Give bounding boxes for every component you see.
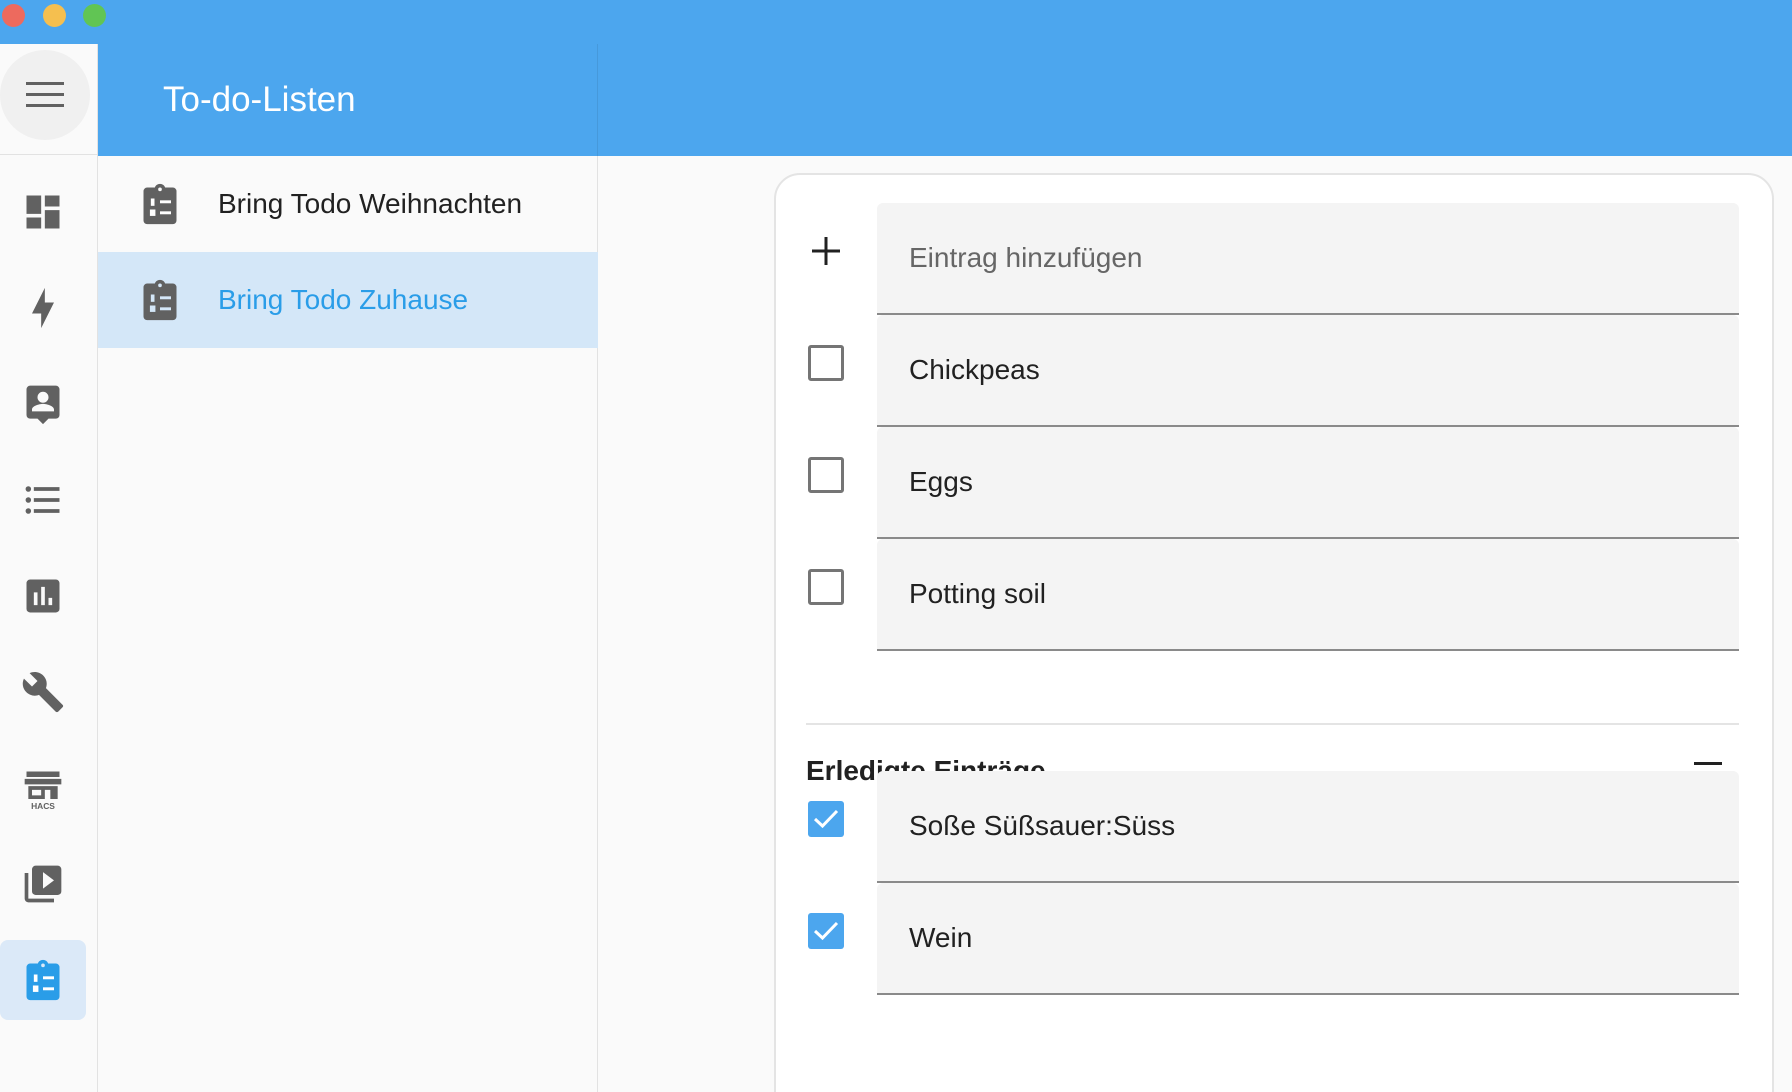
chart-box-icon [26, 579, 60, 613]
sidebar-item-overview[interactable] [0, 172, 86, 252]
menu-button[interactable] [0, 50, 90, 140]
plus-icon [812, 237, 840, 265]
app-header: To-do-Listen [98, 44, 1792, 156]
window-titlebar [0, 0, 1792, 44]
format-list-bulleted-icon [25, 486, 60, 514]
list-item-bring-todo-weihnachten[interactable]: Bring Todo Weihnachten [98, 156, 598, 252]
todo-item-label: Eggs [909, 466, 973, 497]
clipboard-list-icon [26, 959, 60, 1001]
todo-item-completed[interactable]: Wein [877, 883, 1739, 995]
check-icon [813, 921, 839, 941]
todo-content: Chickpeas Eggs Potting soil Erledigte Ei… [598, 156, 1792, 1092]
list-item-label: Bring Todo Weihnachten [218, 188, 523, 219]
hamburger-menu-icon [26, 82, 64, 107]
todo-item[interactable]: Potting soil [877, 539, 1739, 651]
sidebar: HACS [0, 44, 98, 1092]
item-checkbox[interactable] [806, 567, 846, 607]
item-checkbox[interactable] [806, 343, 846, 383]
wrench-icon [22, 672, 64, 713]
list-item-label: Bring Todo Zuhause [218, 284, 469, 315]
sidebar-item-hacs[interactable]: HACS [0, 748, 86, 828]
lightning-bolt-icon [32, 287, 54, 329]
page-title: To-do-Listen [163, 80, 356, 119]
maximize-window-button[interactable] [83, 4, 106, 27]
sidebar-separator [0, 154, 98, 155]
sidebar-item-media[interactable] [0, 844, 86, 924]
sidebar-item-logbook[interactable] [0, 460, 86, 540]
todo-item-completed[interactable]: Soße Süßsauer:Süss [877, 771, 1739, 883]
todo-card: Chickpeas Eggs Potting soil Erledigte Ei… [774, 173, 1774, 1092]
hacs-label: HACS [31, 801, 55, 810]
item-checkbox[interactable] [806, 799, 846, 839]
header-divider [597, 44, 598, 156]
sidebar-item-map[interactable] [0, 364, 86, 444]
item-checkbox[interactable] [806, 911, 846, 951]
todo-item[interactable]: Chickpeas [877, 315, 1739, 427]
account-box-icon [26, 385, 60, 425]
clipboard-list-icon [143, 279, 177, 321]
checkbox-unchecked[interactable] [808, 457, 844, 493]
item-checkbox[interactable] [806, 455, 846, 495]
todo-item-label: Potting soil [909, 578, 1046, 609]
sidebar-item-energy[interactable] [0, 268, 86, 348]
clipboard-list-icon [143, 183, 177, 225]
dashboard-icon [26, 195, 60, 229]
section-divider [806, 723, 1739, 725]
todo-item-label: Wein [909, 922, 973, 953]
list-item-bring-todo-zuhause[interactable]: Bring Todo Zuhause [98, 252, 598, 348]
checkbox-unchecked[interactable] [808, 345, 844, 381]
add-item-field[interactable] [877, 203, 1739, 315]
minimize-window-button[interactable] [43, 4, 66, 27]
sidebar-item-history[interactable] [0, 556, 86, 636]
add-item-input[interactable] [909, 242, 1739, 274]
checkbox-checked[interactable] [808, 913, 844, 949]
todo-item-label: Soße Süßsauer:Süss [909, 810, 1176, 841]
add-item-button[interactable] [806, 231, 846, 271]
checkbox-unchecked[interactable] [808, 569, 844, 605]
checkbox-checked[interactable] [808, 801, 844, 837]
todo-lists-panel: Bring Todo Weihnachten Bring Todo Zuhaus… [98, 156, 598, 1092]
close-window-button[interactable] [2, 4, 25, 27]
hacs-store-icon: HACS [24, 771, 62, 810]
sidebar-item-todo[interactable] [0, 940, 86, 1020]
play-box-multiple-icon [24, 865, 62, 903]
sidebar-item-developer-tools[interactable] [0, 652, 86, 732]
todo-item[interactable]: Eggs [877, 427, 1739, 539]
check-icon [813, 809, 839, 829]
todo-item-label: Chickpeas [909, 354, 1040, 385]
